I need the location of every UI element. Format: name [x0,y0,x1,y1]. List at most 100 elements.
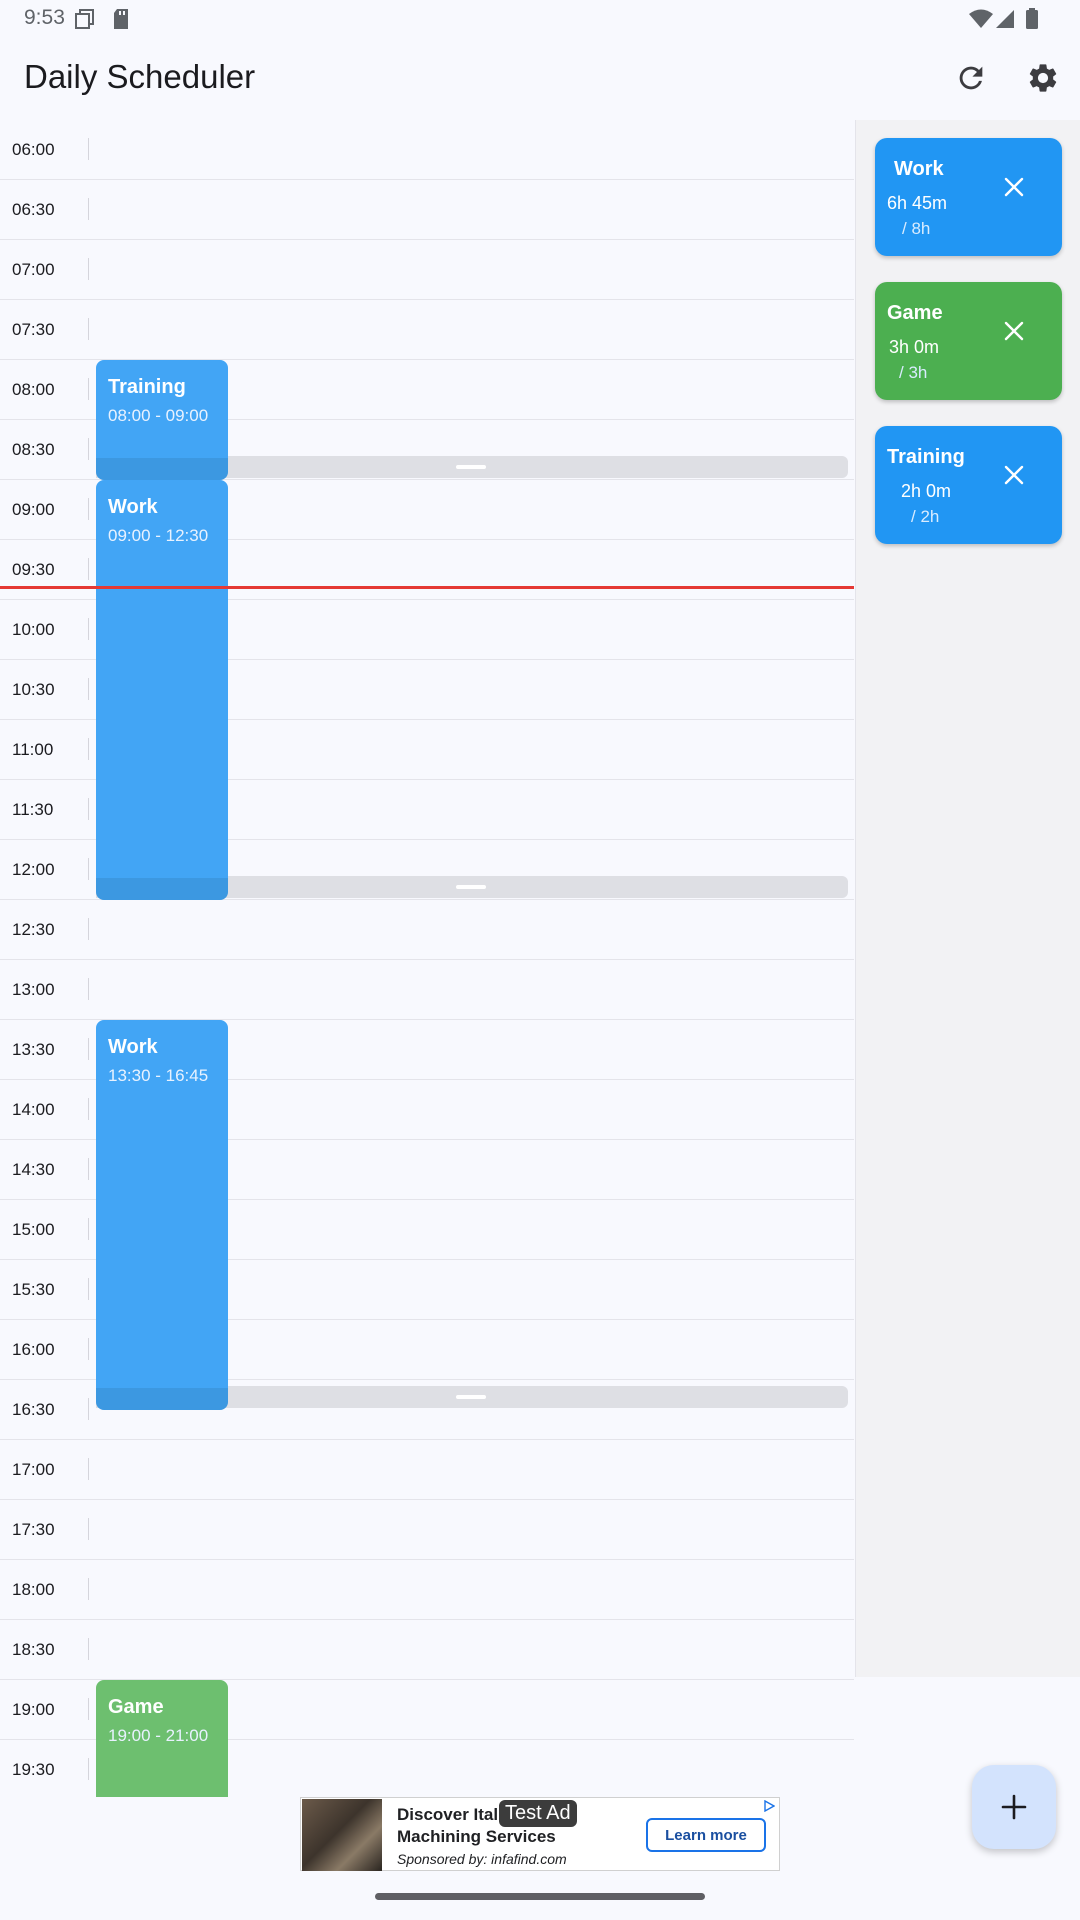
slot-divider [88,1038,89,1060]
time-label: 10:30 [12,680,55,699]
slot-divider [88,198,89,220]
remove-category-button[interactable] [999,460,1029,490]
slot-divider [88,738,89,760]
time-label: 19:00 [12,1700,55,1719]
time-label: 07:30 [12,320,55,339]
slot-divider [88,1158,89,1180]
slot-divider [88,318,89,340]
remove-category-button[interactable] [999,316,1029,346]
time-label: 06:00 [12,140,55,159]
time-label: 09:30 [12,560,55,579]
event-time-range: 13:30 - 16:45 [108,1066,209,1085]
category-summary-panel: Work 6h 45m / 8h Game 3h 0m / 3h Trainin… [855,120,1080,1677]
slot-divider [88,1218,89,1240]
slot-divider [88,798,89,820]
summary-title: Training [887,446,965,468]
time-slot[interactable]: 13:00 [0,960,854,1020]
time-label: 14:00 [12,1100,55,1119]
summary-title: Work [894,158,944,180]
time-label: 19:30 [12,1760,55,1779]
time-slot[interactable]: 06:00 [0,120,854,180]
ad-learn-more-button[interactable]: Learn more [646,1818,766,1852]
gear-icon [1029,64,1057,92]
summary-title: Game [887,302,943,324]
time-slot[interactable]: 07:30 [0,300,854,360]
slot-divider [88,678,89,700]
cellular-signal-icon [996,10,1014,28]
event-block-game[interactable]: Game 19:00 - 21:00 [96,1680,228,1797]
time-label: 15:00 [12,1220,55,1239]
slot-divider [88,618,89,640]
time-label: 18:00 [12,1580,55,1599]
gesture-nav-handle[interactable] [375,1893,705,1900]
event-block-work[interactable]: Work 13:30 - 16:45 [96,1020,228,1410]
time-slot[interactable]: 06:30 [0,180,854,240]
summary-target-time: / 2h [911,507,940,526]
time-label: 12:00 [12,860,55,879]
slot-divider [88,1578,89,1600]
slot-divider [88,1278,89,1300]
status-bar: 9:53 [0,0,1080,36]
event-block-training[interactable]: Training 08:00 - 09:00 [96,360,228,480]
slot-divider [88,918,89,940]
event-resize-edge[interactable] [96,1388,228,1410]
event-resize-edge[interactable] [96,878,228,900]
time-slot[interactable]: 17:30 [0,1500,854,1560]
time-label: 15:30 [12,1280,55,1299]
add-event-button[interactable] [972,1765,1056,1849]
event-time-range: 08:00 - 09:00 [108,406,209,425]
summary-card-training[interactable]: Training 2h 0m / 2h [875,426,1062,544]
summary-card-work[interactable]: Work 6h 45m / 8h [875,138,1062,256]
copy-notification-icon [75,9,94,29]
time-label: 06:30 [12,200,55,219]
summary-used-time: 6h 45m [887,193,948,213]
time-slot[interactable]: 18:30 [0,1620,854,1680]
event-title: Work [108,1036,158,1058]
time-label: 07:00 [12,260,55,279]
day-timeline[interactable]: 06:00 06:30 07:00 07:30 08:00 08:30 09:0… [0,120,854,1797]
slot-divider [88,138,89,160]
slot-divider [88,1758,89,1780]
ad-choices-icon[interactable] [763,1800,775,1812]
time-label: 12:30 [12,920,55,939]
time-slot[interactable]: 17:00 [0,1440,854,1500]
slot-divider [88,378,89,400]
time-label: 08:30 [12,440,55,459]
slot-divider [88,1638,89,1660]
drag-grip-icon [456,885,486,889]
settings-button[interactable] [1019,54,1067,102]
slot-divider [88,558,89,580]
event-title: Work [108,496,158,518]
slot-divider [88,1458,89,1480]
time-slot[interactable]: 12:30 [0,900,854,960]
current-time-indicator [0,586,854,589]
sd-card-icon [114,9,128,29]
app-bar: Daily Scheduler [0,36,1080,120]
slot-divider [88,1098,89,1120]
wifi-icon [969,9,993,28]
close-icon [1004,177,1024,197]
remove-category-button[interactable] [999,172,1029,202]
battery-icon [1026,8,1038,29]
slot-divider [88,1338,89,1360]
time-label: 18:30 [12,1640,55,1659]
summary-used-time: 2h 0m [901,481,952,501]
time-slot[interactable]: 07:00 [0,240,854,300]
status-time: 9:53 [24,6,65,29]
event-block-work[interactable]: Work 09:00 - 12:30 [96,480,228,900]
summary-card-game[interactable]: Game 3h 0m / 3h [875,282,1062,400]
drag-grip-icon [456,465,486,469]
page-title: Daily Scheduler [24,58,256,95]
ad-banner[interactable]: Discover Ital Machining Services Test Ad… [300,1797,780,1871]
time-slot[interactable]: 18:00 [0,1560,854,1620]
time-label: 17:30 [12,1520,55,1539]
time-label: 11:00 [12,740,54,759]
slot-divider [88,498,89,520]
refresh-button[interactable] [947,54,995,102]
time-label: 16:00 [12,1340,55,1359]
slot-divider [88,858,89,880]
time-label: 16:30 [12,1400,55,1419]
summary-target-time: / 8h [902,219,931,238]
event-resize-edge[interactable] [96,458,228,480]
refresh-icon [959,66,983,90]
